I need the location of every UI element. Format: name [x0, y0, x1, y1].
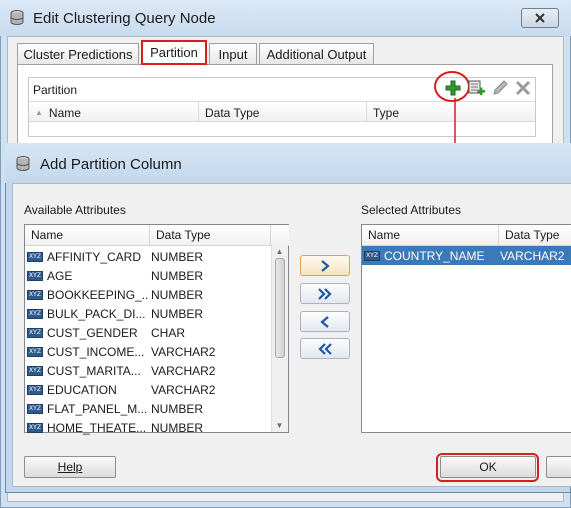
attribute-icon: XYZ — [27, 403, 43, 414]
column-header-data-type[interactable]: Data Type — [499, 225, 571, 246]
help-button[interactable]: Help — [24, 456, 116, 478]
selected-list-item[interactable]: XYZ COUNTRY_NAME VARCHAR2 — [362, 246, 571, 265]
attribute-icon: XYZ — [27, 422, 43, 433]
close-icon — [535, 13, 545, 23]
attribute-icon: XYZ — [27, 346, 43, 357]
column-header-name[interactable]: Name — [362, 225, 499, 246]
tab-input[interactable]: Input — [209, 43, 257, 64]
available-attributes-list[interactable]: Name Data Type XYZ AFFINITY_CARD NUMBER X… — [24, 224, 289, 435]
highlight-box — [436, 453, 539, 482]
partition-label: Partition — [33, 83, 78, 97]
header-spacer — [271, 225, 289, 246]
move-right-button[interactable] — [300, 255, 350, 276]
column-header-name[interactable]: Name — [25, 225, 150, 246]
delete-icon[interactable] — [514, 79, 532, 97]
database-icon — [9, 9, 25, 27]
sort-ascending-icon: ▲ — [35, 108, 43, 117]
available-attributes-label: Available Attributes — [24, 203, 126, 217]
selected-attributes-label: Selected Attributes — [361, 203, 462, 217]
attribute-icon: XYZ — [27, 384, 43, 395]
move-left-button[interactable] — [300, 311, 350, 332]
chevron-right-icon — [321, 259, 330, 272]
attribute-icon: XYZ — [27, 251, 43, 262]
scrollbar-thumb[interactable] — [275, 258, 285, 358]
attribute-icon: XYZ — [27, 308, 43, 319]
attribute-icon: XYZ — [364, 250, 380, 261]
dialog-title: Add Partition Column — [40, 156, 182, 173]
tab-cluster-predictions[interactable]: Cluster Predictions — [17, 43, 139, 64]
double-chevron-right-icon — [318, 287, 332, 300]
double-chevron-left-icon — [318, 342, 332, 355]
column-header-data-type[interactable]: Data Type — [150, 225, 271, 246]
chevron-left-icon — [320, 315, 329, 328]
move-all-left-button[interactable] — [300, 338, 350, 359]
close-button[interactable] — [521, 8, 559, 28]
add-database-icon[interactable] — [468, 79, 486, 97]
attribute-icon: XYZ — [27, 270, 43, 281]
database-icon — [15, 155, 31, 173]
tab-partition[interactable]: Partition — [141, 40, 207, 65]
move-all-right-button[interactable] — [300, 283, 350, 304]
column-header-data-type[interactable]: Data Type — [199, 102, 367, 123]
scroll-down-arrow-icon[interactable]: ▼ — [271, 419, 288, 432]
column-header-name[interactable]: ▲ Name — [29, 102, 199, 123]
tab-additional-output[interactable]: Additional Output — [259, 43, 374, 64]
attribute-icon: XYZ — [27, 289, 43, 300]
dialog-title: Edit Clustering Query Node — [33, 10, 216, 27]
attribute-icon: XYZ — [27, 327, 43, 338]
edit-icon[interactable] — [491, 79, 509, 97]
scroll-up-arrow-icon[interactable]: ▲ — [271, 245, 288, 258]
cancel-button[interactable] — [546, 456, 571, 478]
attribute-icon: XYZ — [27, 365, 43, 376]
